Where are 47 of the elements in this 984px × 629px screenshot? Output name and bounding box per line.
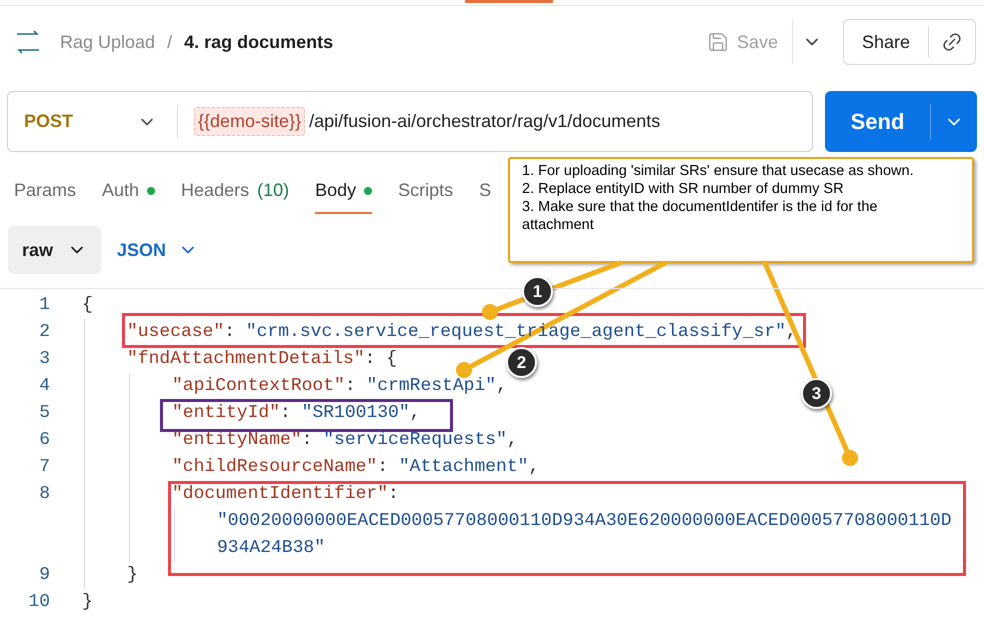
line-number: 5: [38, 402, 50, 425]
line-number: 7: [38, 456, 50, 479]
line-number: 3: [38, 348, 50, 371]
share-button[interactable]: Share: [844, 27, 929, 57]
callout-text: 2. Replace entityID with SR number of dummy SR: [522, 180, 845, 198]
step-marker: 1: [522, 276, 553, 307]
line-number: 1: [38, 294, 50, 317]
request-tab[interactable]: Scripts: [398, 177, 454, 214]
url-field[interactable]: {{demo-site}} /api/fusion-ai/orchestrator/rag/v1/documents: [178, 107, 660, 136]
send-button[interactable]: Send: [825, 104, 931, 140]
format-dropdown[interactable]: JSON: [117, 236, 198, 264]
callout-text: 1. For uploading 'similar SRs' ensure that usecase as shown.: [522, 162, 915, 180]
line-number: 9: [38, 564, 50, 587]
line-number: 2: [38, 321, 50, 344]
code-line: "entityName": "serviceRequests",: [172, 429, 518, 452]
environment-variable[interactable]: {{demo-site}}: [194, 107, 306, 136]
save-icon: [706, 31, 729, 53]
code-line: }: [127, 564, 138, 587]
code-line: "apiContextRoot": "crmRestApi",: [172, 375, 507, 398]
request-tab[interactable]: Body: [315, 177, 372, 214]
body-type-dropdown[interactable]: raw: [8, 226, 102, 274]
request-name: 4. rag documents: [184, 30, 334, 54]
callout-text: 3. Make sure that the documentIdentifer is the id for the attachment: [522, 198, 878, 234]
code-line: "documentIdentifier":: [172, 483, 399, 506]
request-tab[interactable]: Params: [14, 177, 76, 214]
code-line: "childResourceName": "Attachment",: [172, 456, 540, 479]
request-tab[interactable]: S: [479, 177, 492, 214]
step-marker: 2: [506, 347, 537, 378]
code-line: "fndAttachmentDetails": {: [127, 348, 398, 371]
request-tab[interactable]: Auth: [102, 177, 156, 214]
line-number: 6: [38, 429, 50, 452]
code-line: 934A24B38": [217, 537, 326, 560]
step-marker: 3: [801, 378, 832, 409]
code-line: "entityId": "SR100130",: [172, 402, 420, 425]
code-line: {: [82, 294, 93, 317]
line-number: 10: [27, 591, 50, 614]
line-number: 8: [38, 483, 50, 506]
http-icon: [14, 30, 42, 54]
line-number: 4: [38, 375, 50, 398]
url-path: /api/fusion-ai/orchestrator/rag/v1/documents: [309, 110, 660, 133]
collection-name[interactable]: Rag Upload: [60, 28, 156, 56]
request-tab[interactable]: Headers (10): [181, 177, 290, 214]
code-line: }: [82, 591, 93, 614]
tab-count: (10): [257, 179, 290, 202]
breadcrumb-separator: /: [167, 30, 172, 54]
code-line: "00020000000EACED00057708000110D934A30E620000000EACED00057708000110D: [217, 510, 952, 533]
method-dropdown[interactable]: POST: [8, 104, 178, 138]
